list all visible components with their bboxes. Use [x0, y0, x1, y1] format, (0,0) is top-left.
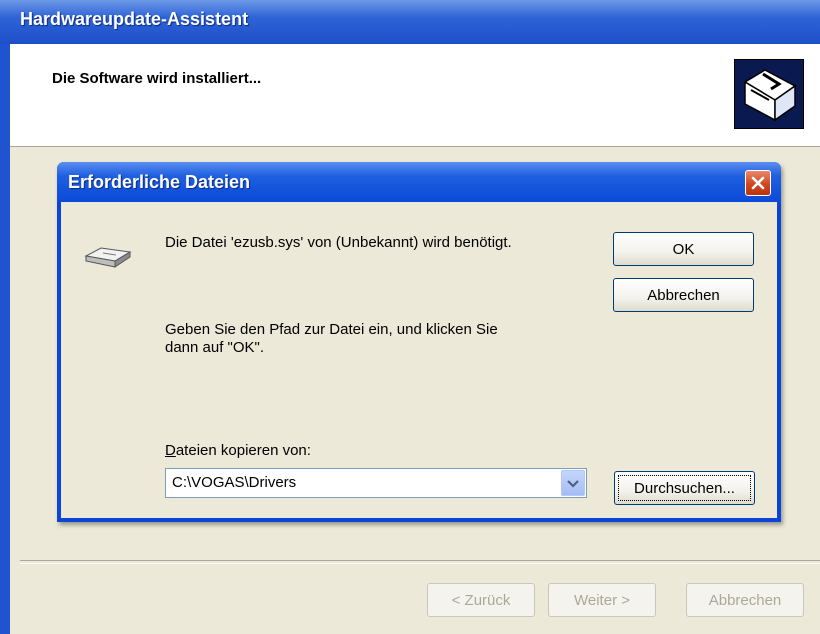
dialog-cancel-button[interactable]: Abbrechen: [613, 278, 754, 312]
hardware-install-icon: [734, 59, 804, 129]
required-files-dialog: Erforderliche Dateien Die Datei 'ezusb.s…: [57, 162, 781, 522]
chevron-down-icon[interactable]: [561, 470, 585, 496]
button-separator: [20, 560, 820, 564]
copy-from-label: Dateien kopieren von:: [165, 442, 311, 459]
wizard-heading: Die Software wird installiert...: [52, 70, 262, 87]
wizard-titlebar[interactable]: Hardwareupdate-Assistent: [0, 0, 820, 44]
back-button[interactable]: < Zurück: [427, 583, 535, 617]
required-file-message: Die Datei 'ezusb.sys' von (Unbekannt) wi…: [165, 234, 512, 251]
ok-button[interactable]: OK: [613, 232, 754, 266]
close-icon[interactable]: [745, 170, 771, 196]
dialog-titlebar[interactable]: Erforderliche Dateien: [57, 162, 781, 202]
copy-from-combobox[interactable]: C:\VOGAS\Drivers: [165, 468, 587, 498]
dialog-content: Die Datei 'ezusb.sys' von (Unbekannt) wi…: [61, 202, 777, 518]
wizard-title: Hardwareupdate-Assistent: [20, 9, 249, 29]
disk-drive-icon: [83, 242, 133, 272]
window-border: [0, 44, 10, 634]
dialog-title: Erforderliche Dateien: [68, 172, 251, 192]
copy-from-value: C:\VOGAS\Drivers: [172, 474, 297, 491]
instruction-line-2: dann auf "OK".: [165, 339, 265, 356]
instruction-line-1: Geben Sie den Pfad zur Datei ein, und kl…: [165, 321, 498, 338]
browse-button[interactable]: Durchsuchen...: [614, 471, 755, 505]
next-button[interactable]: Weiter >: [548, 583, 656, 617]
wizard-header: Die Software wird installiert...: [10, 44, 820, 147]
wizard-cancel-button[interactable]: Abbrechen: [686, 583, 804, 617]
